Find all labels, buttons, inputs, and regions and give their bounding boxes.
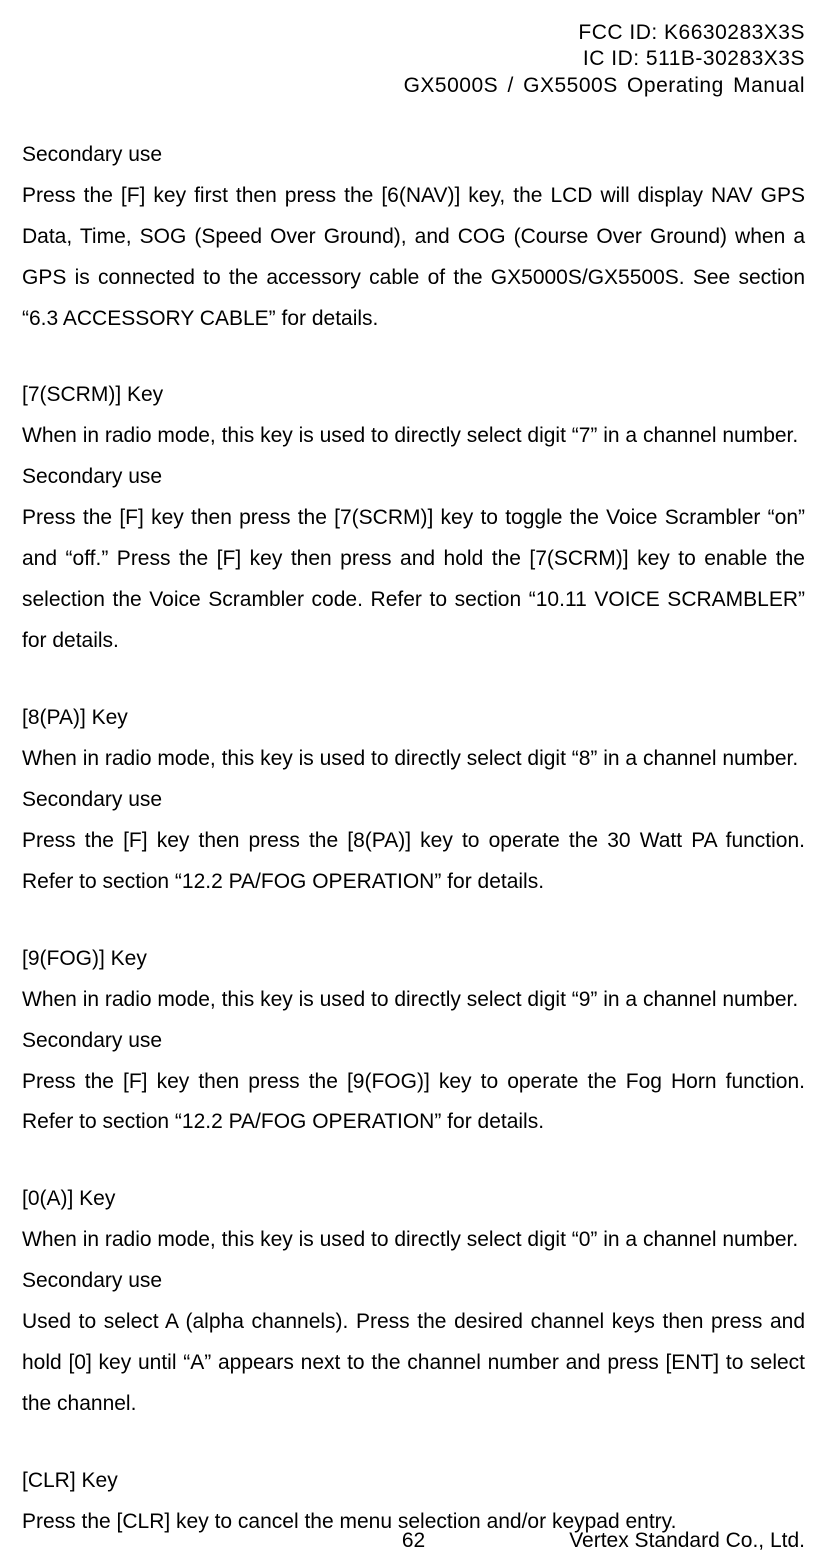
section-heading: [CLR] Key [22,1461,805,1502]
section-body: Press the [F] key first then press the [… [22,176,805,340]
spacer [22,349,805,375]
section-line: When in radio mode, this key is used to … [22,980,805,1021]
section-secondary-use-6nav: Secondary use Press the [F] key first th… [22,135,805,340]
spacer [22,1153,805,1179]
section-line: When in radio mode, this key is used to … [22,416,805,457]
section-heading: [8(PA)] Key [22,698,805,739]
page-body: Secondary use Press the [F] key first th… [22,135,805,1543]
section-heading: [7(SCRM)] Key [22,375,805,416]
manual-page: FCC ID: K6630283X3S IC ID: 511B-30283X3S… [0,0,827,1555]
page-header: FCC ID: K6630283X3S IC ID: 511B-30283X3S… [22,20,805,99]
section-heading: [0(A)] Key [22,1179,805,1220]
section-line: When in radio mode, this key is used to … [22,1220,805,1261]
section-9fog-key: [9(FOG)] Key When in radio mode, this ke… [22,939,805,1144]
section-heading: [9(FOG)] Key [22,939,805,980]
section-subheading: Secondary use [22,1261,805,1302]
spacer [22,1435,805,1461]
model-title: GX5000S / GX5500S Operating Manual [22,73,805,99]
section-heading: Secondary use [22,135,805,176]
section-0a-key: [0(A)] Key When in radio mode, this key … [22,1179,805,1425]
section-subheading: Secondary use [22,780,805,821]
spacer [22,913,805,939]
section-line: When in radio mode, this key is used to … [22,739,805,780]
company-name: Vertex Standard Co., Ltd. [569,1529,805,1553]
section-subheading: Secondary use [22,457,805,498]
section-body: Press the [F] key then press the [9(FOG)… [22,1062,805,1144]
ic-id: IC ID: 511B-30283X3S [22,46,805,72]
section-body: Used to select A (alpha channels). Press… [22,1302,805,1425]
spacer [22,672,805,698]
section-8pa-key: [8(PA)] Key When in radio mode, this key… [22,698,805,903]
section-7scrm-key: [7(SCRM)] Key When in radio mode, this k… [22,375,805,662]
section-body: Press the [F] key then press the [7(SCRM… [22,498,805,662]
section-body: Press the [F] key then press the [8(PA)]… [22,821,805,903]
section-subheading: Secondary use [22,1021,805,1062]
fcc-id: FCC ID: K6630283X3S [22,20,805,46]
page-number: 62 [402,1529,425,1553]
